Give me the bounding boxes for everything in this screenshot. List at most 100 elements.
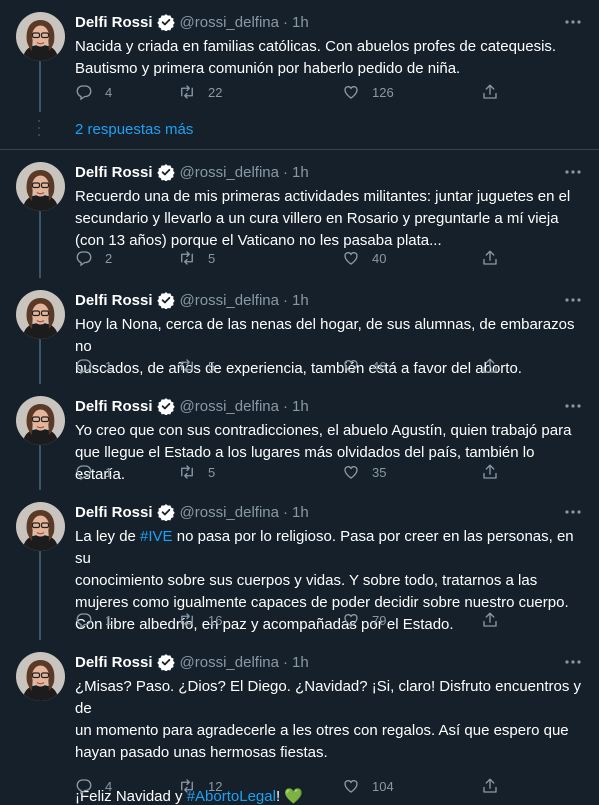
tweet-text: Nacida y criada en familias católicas. C… <box>75 36 583 80</box>
show-more-replies[interactable]: 2 respuestas más <box>0 112 599 150</box>
avatar[interactable] <box>16 290 65 339</box>
like-button[interactable]: 35 <box>342 460 386 484</box>
share-button[interactable] <box>481 80 499 104</box>
tweet-time[interactable]: 1h <box>292 14 309 31</box>
like-button[interactable]: 126 <box>342 80 394 104</box>
more-options-icon[interactable] <box>563 290 583 310</box>
tweet-time[interactable]: 1h <box>292 398 309 415</box>
heart-icon <box>342 463 360 481</box>
retweet-icon <box>178 83 196 101</box>
retweet-button[interactable]: 5 <box>178 354 215 378</box>
more-options-icon[interactable] <box>563 652 583 672</box>
share-button[interactable] <box>481 774 499 798</box>
author-name[interactable]: Delfi Rossi <box>75 14 153 31</box>
share-button[interactable] <box>481 608 499 632</box>
more-options-icon[interactable] <box>563 396 583 416</box>
retweet-count: 12 <box>208 778 223 794</box>
reply-button[interactable]: 1 <box>75 354 112 378</box>
tweet-4[interactable]: Delfi Rossi @rossi_delfina · 1h La ley d… <box>0 490 599 640</box>
more-options-icon[interactable] <box>563 162 583 182</box>
more-options-icon[interactable] <box>563 12 583 32</box>
tweet-0[interactable]: Delfi Rossi @rossi_delfina · 1h Nacida y… <box>0 0 599 112</box>
author-name[interactable]: Delfi Rossi <box>75 164 153 181</box>
avatar[interactable] <box>16 396 65 445</box>
tweet-line-segment: La ley de <box>75 528 141 545</box>
tweet-time[interactable]: 1h <box>292 654 309 671</box>
retweet-button[interactable]: 5 <box>178 460 215 484</box>
tweet-line: La ley de #IVE no pasa por lo religioso.… <box>75 526 583 570</box>
author-name[interactable]: Delfi Rossi <box>75 654 153 671</box>
retweet-count: 5 <box>208 250 216 266</box>
reply-button[interactable]: 2 <box>75 246 112 270</box>
reply-icon <box>75 83 93 101</box>
tweet-time[interactable]: 1h <box>292 504 309 521</box>
reply-count: 4 <box>105 84 113 100</box>
reply-button[interactable]: 4 <box>75 80 112 104</box>
tweet-line: Bautismo y primera comunión por haberlo … <box>75 60 461 77</box>
heart-icon <box>342 83 360 101</box>
share-icon <box>481 357 499 375</box>
author-name[interactable]: Delfi Rossi <box>75 398 153 415</box>
share-icon <box>481 777 499 795</box>
author-name[interactable]: Delfi Rossi <box>75 504 153 521</box>
more-options-icon[interactable] <box>563 502 583 522</box>
verified-badge-icon <box>156 291 175 310</box>
avatar[interactable] <box>16 162 65 211</box>
retweet-button[interactable]: 22 <box>178 80 222 104</box>
avatar[interactable] <box>16 652 65 701</box>
author-name[interactable]: Delfi Rossi <box>75 292 153 309</box>
retweet-count: 22 <box>208 84 223 100</box>
share-button[interactable] <box>481 246 499 270</box>
retweet-button[interactable]: 16 <box>178 608 222 632</box>
author-handle[interactable]: @rossi_delfina <box>180 398 279 415</box>
tweet-header: Delfi Rossi @rossi_delfina · 1h <box>75 12 583 32</box>
tweet-actions: 1 5 46 <box>75 354 505 378</box>
author-handle[interactable]: @rossi_delfina <box>180 504 279 521</box>
tweet-text: Recuerdo una de mis primeras actividades… <box>75 186 583 252</box>
tweet-actions: 4 22 126 <box>75 80 505 104</box>
reply-count: 1 <box>105 612 113 628</box>
retweet-icon <box>178 611 196 629</box>
author-handle[interactable]: @rossi_delfina <box>180 292 279 309</box>
verified-badge-icon <box>156 397 175 416</box>
tweet-time[interactable]: 1h <box>292 292 309 309</box>
thread-line <box>39 339 41 384</box>
author-handle[interactable]: @rossi_delfina <box>180 654 279 671</box>
tweet-3[interactable]: Delfi Rossi @rossi_delfina · 1h Yo creo … <box>0 384 599 490</box>
share-button[interactable] <box>481 354 499 378</box>
like-button[interactable]: 40 <box>342 246 386 270</box>
share-icon <box>481 249 499 267</box>
tweet-line: un momento para agradecerle a les otres … <box>75 722 569 739</box>
like-button[interactable]: 79 <box>342 608 386 632</box>
more-replies-link[interactable]: 2 respuestas más <box>75 121 193 138</box>
author-handle[interactable]: @rossi_delfina <box>180 14 279 31</box>
like-count: 104 <box>372 778 394 794</box>
tweet-2[interactable]: Delfi Rossi @rossi_delfina · 1h Hoy la N… <box>0 278 599 384</box>
reply-icon <box>75 249 93 267</box>
hashtag-link[interactable]: #IVE <box>140 528 173 545</box>
reply-button[interactable]: 1 <box>75 460 112 484</box>
separator-dot: · <box>282 503 288 521</box>
retweet-button[interactable]: 5 <box>178 246 215 270</box>
like-button[interactable]: 104 <box>342 774 394 798</box>
retweet-button[interactable]: 12 <box>178 774 222 798</box>
avatar[interactable] <box>16 502 65 551</box>
reply-count: 1 <box>105 358 113 374</box>
tweet-actions: 1 5 35 <box>75 460 505 484</box>
like-button[interactable]: 46 <box>342 354 386 378</box>
tweet-5[interactable]: Delfi Rossi @rossi_delfina · 1h ¿Misas? … <box>0 640 599 805</box>
reply-button[interactable]: 4 <box>75 774 112 798</box>
reply-icon <box>75 777 93 795</box>
thread-line <box>39 551 41 640</box>
thread-dots <box>37 120 41 142</box>
separator-dot: · <box>282 291 288 309</box>
author-handle[interactable]: @rossi_delfina <box>180 164 279 181</box>
retweet-count: 5 <box>208 464 216 480</box>
reply-button[interactable]: 1 <box>75 608 112 632</box>
avatar[interactable] <box>16 12 65 61</box>
retweet-count: 16 <box>208 612 223 628</box>
tweet-1[interactable]: Delfi Rossi @rossi_delfina · 1h Recuerdo… <box>0 150 599 278</box>
share-button[interactable] <box>481 460 499 484</box>
tweet-time[interactable]: 1h <box>292 164 309 181</box>
reply-count: 1 <box>105 464 113 480</box>
